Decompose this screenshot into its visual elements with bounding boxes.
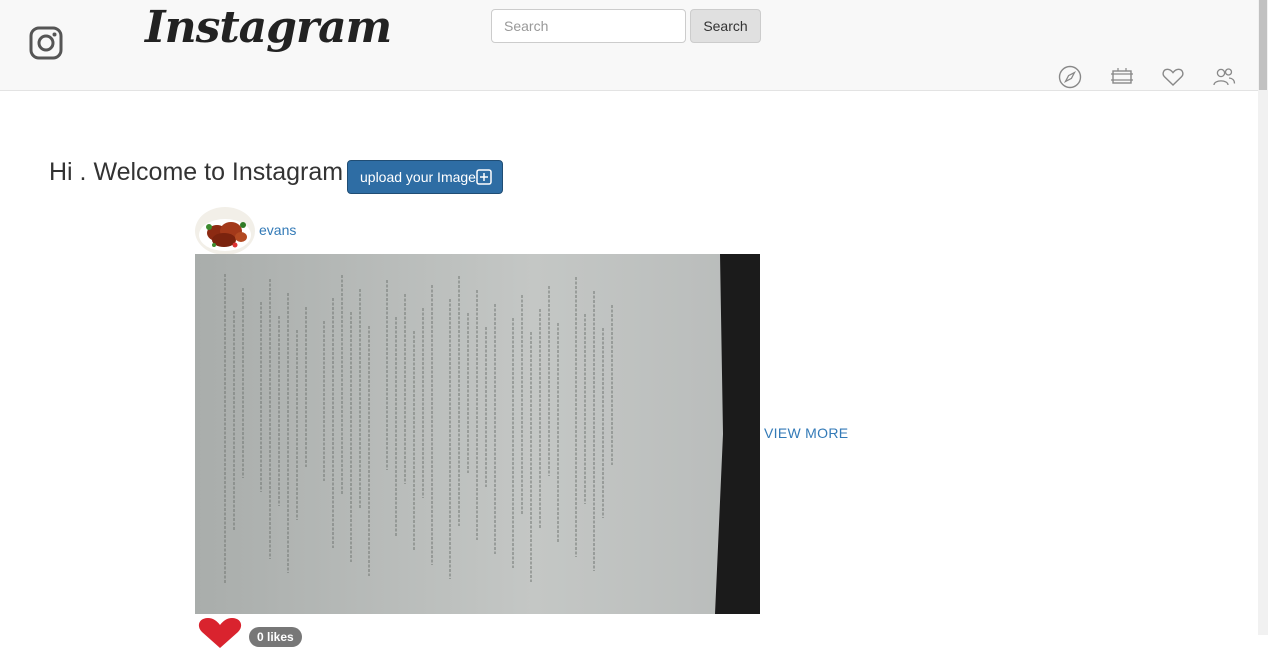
people-icon[interactable] [1212,65,1236,89]
instagram-logo[interactable]: Instagram [145,2,392,53]
view-more-link[interactable]: VIEW MORE [764,425,848,441]
post-image[interactable] [195,254,760,614]
search-button[interactable]: Search [690,9,761,43]
heart-icon[interactable] [1161,65,1185,89]
document-photo [195,254,760,614]
user-avatar[interactable] [195,207,255,255]
page-scrollbar[interactable] [1258,0,1268,635]
food-avatar-image [195,207,255,255]
top-navbar: Instagram Search [0,0,1258,91]
post-username-link[interactable]: evans [259,222,296,238]
welcome-heading: Hi . Welcome to Instagram [49,158,344,186]
feed-icon[interactable] [1110,65,1134,89]
upload-image-button[interactable]: upload your Image [347,160,503,194]
likes-count-badge: 0 likes [249,627,302,647]
upload-button-label: upload your Image [360,169,476,185]
scrollbar-thumb[interactable] [1259,0,1267,90]
explore-icon[interactable] [1058,65,1082,89]
search-input[interactable] [491,9,686,43]
plus-square-icon [476,169,492,185]
like-heart-icon[interactable] [196,618,244,648]
instagram-camera-icon[interactable] [29,26,63,60]
